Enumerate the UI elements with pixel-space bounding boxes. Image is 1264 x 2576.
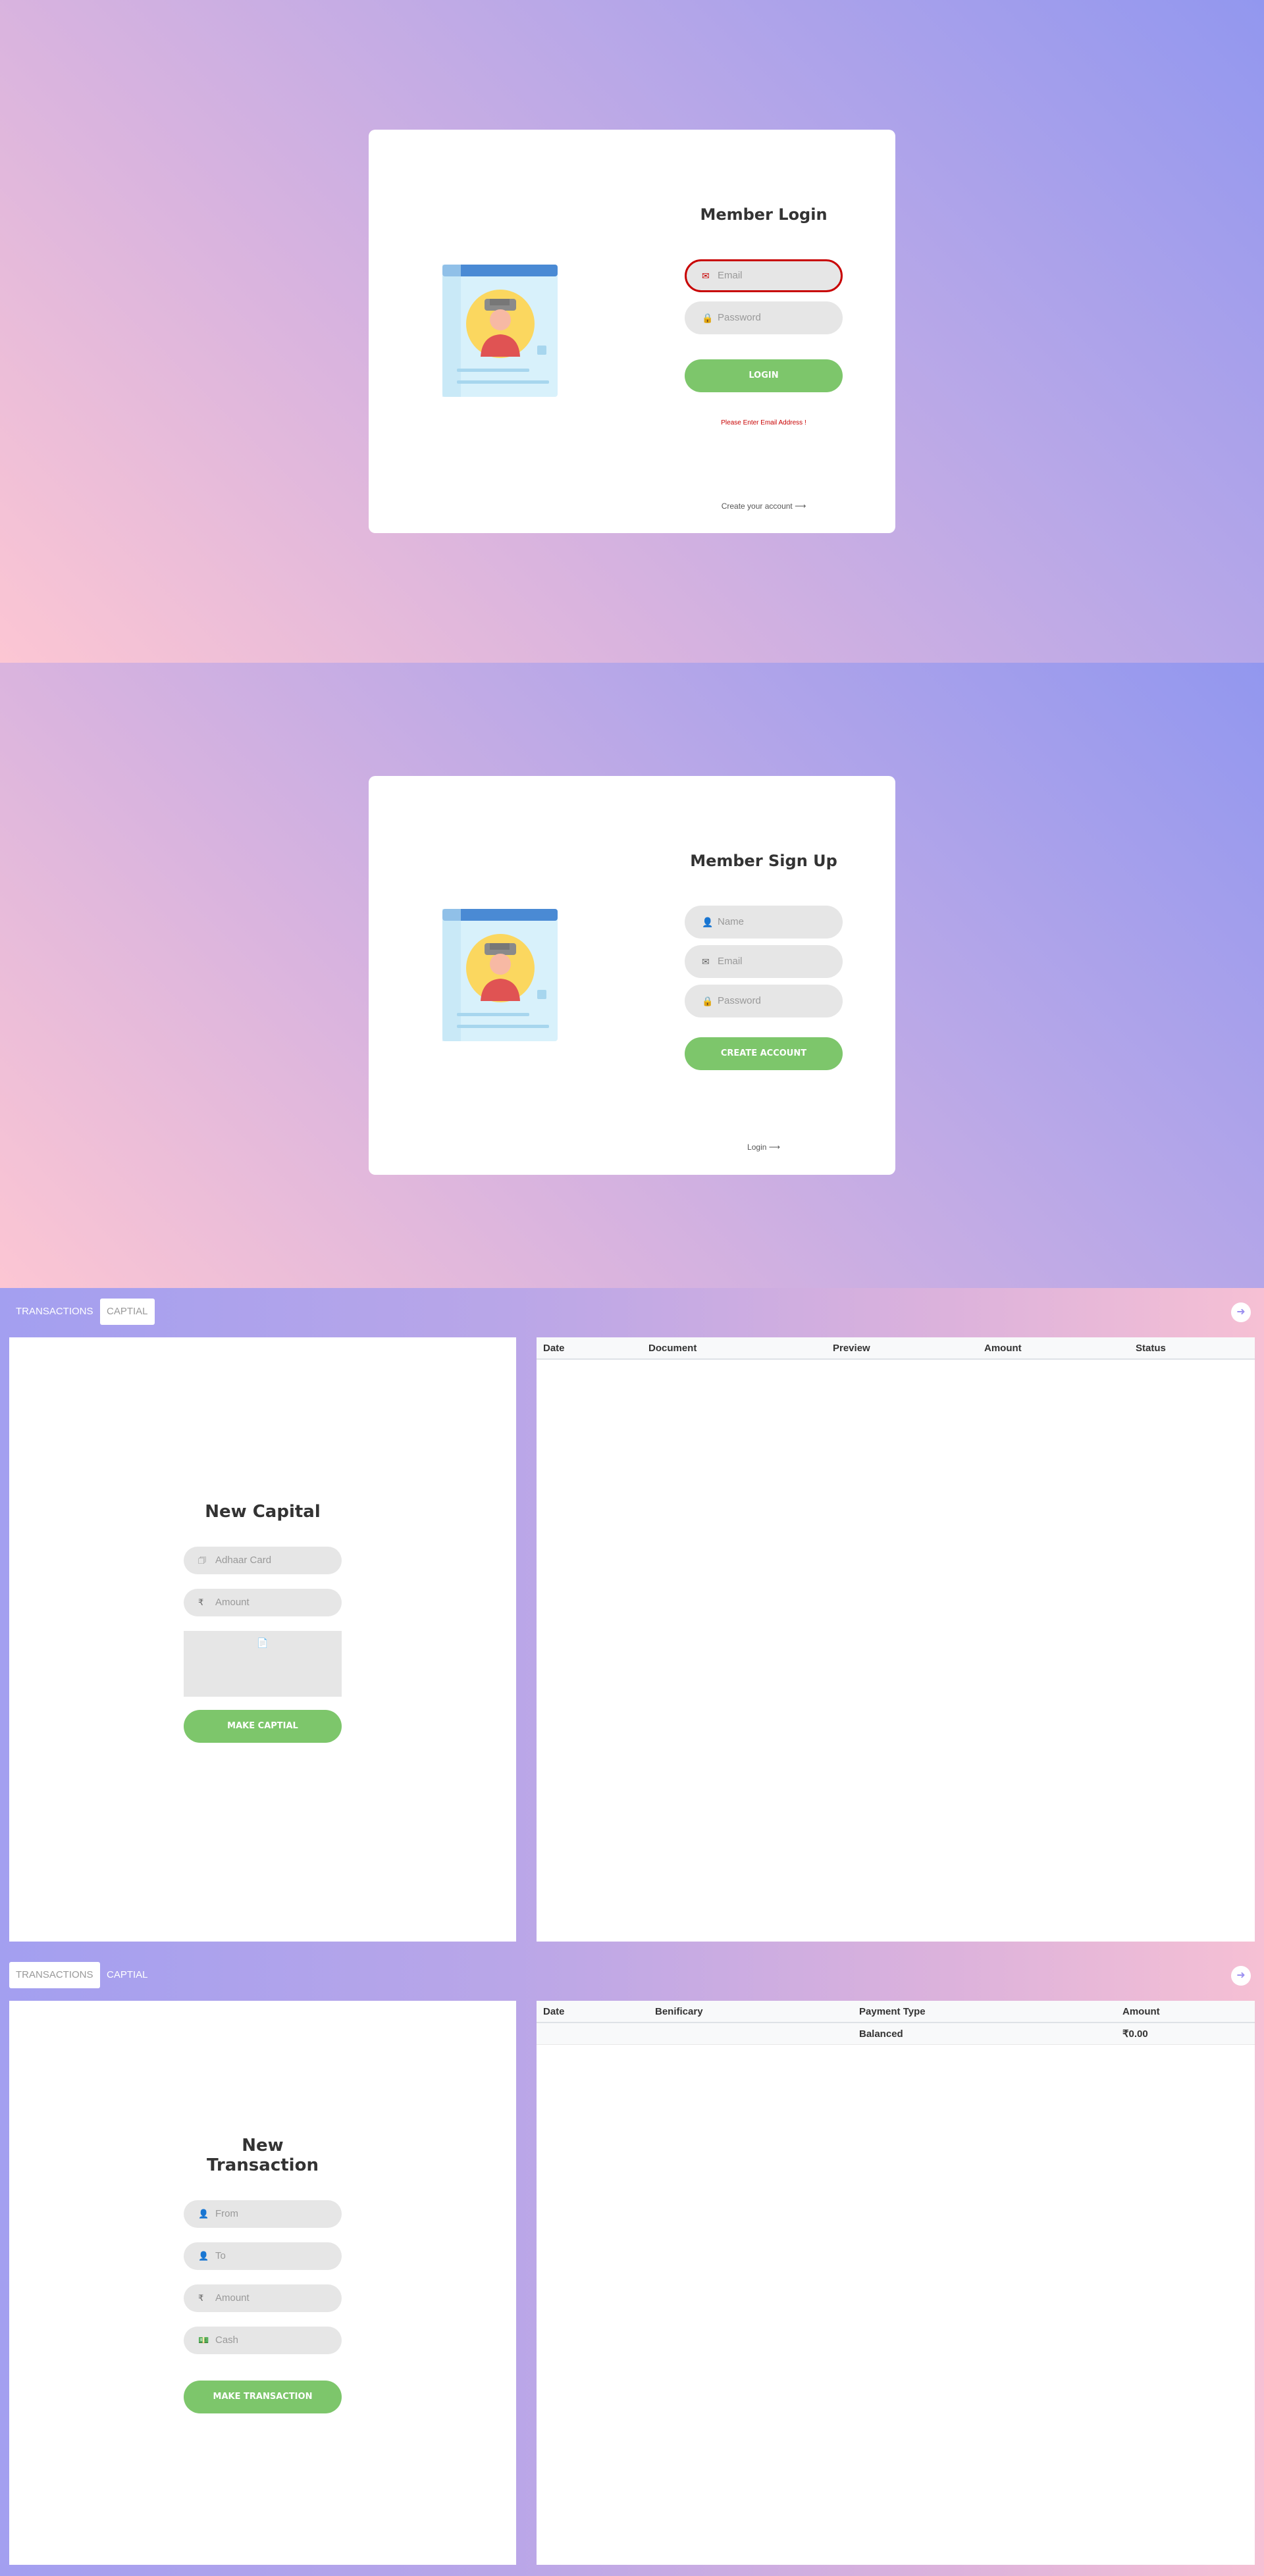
user-icon: 👤 [198,2251,209,2261]
from-field[interactable]: 👤 From [184,2200,342,2228]
column-header: Amount [978,1337,1129,1360]
email-placeholder: Email [718,956,743,967]
column-header: Document [642,1337,826,1360]
tab-capital[interactable]: CAPTIAL [100,1299,155,1325]
make-capital-button[interactable]: Make Captial [184,1710,342,1743]
payment-type-select[interactable]: 💵 Cash [184,2327,342,2354]
lock-icon: 🔒 [702,996,714,1006]
signup-card: Member Sign Up 👤 Name ✉ Email 🔒 Password… [369,776,895,1175]
logout-icon[interactable]: ➜ [1231,1302,1251,1322]
column-header: Status [1129,1337,1255,1360]
transaction-form-panel: New Transaction 👤 From 👤 To ₹ Amount 💵 C… [9,2001,516,2565]
file-icon: 📄 [257,1637,269,1648]
capital-screen: TRANSACTIONS CAPTIAL ➜ New Capital 🗇 Adh… [0,1288,1264,1951]
amount-field[interactable]: ₹ Amount [184,1589,342,1616]
create-account-link[interactable]: Create your account ⟶ [685,502,843,511]
money-icon: 💵 [198,2335,209,2345]
make-transaction-button[interactable]: Make Transaction [184,2381,342,2413]
to-placeholder: To [215,2250,226,2261]
email-field[interactable]: ✉ Email [685,259,843,292]
cell-date [537,2022,648,2045]
capital-form-panel: New Capital 🗇 Adhaar Card ₹ Amount 📄 Mak… [9,1337,516,1942]
login-button[interactable]: Login [685,359,843,392]
adhaar-placeholder: Adhaar Card [215,1555,272,1566]
cell-beneficiary [648,2022,853,2045]
column-header: Amount [1116,2001,1255,2023]
tab-bar: TRANSACTIONS CAPTIAL ➜ [0,1951,1264,2000]
user-icon: 👤 [702,917,714,927]
password-field[interactable]: 🔒 Password [685,985,843,1018]
email-placeholder: Email [718,270,743,281]
login-form: Member Login ✉ Email 🔒 Password Login [685,205,843,392]
login-link[interactable]: Login ⟶ [685,1143,843,1152]
signup-form: Member Sign Up 👤 Name ✉ Email 🔒 Password… [685,852,843,1070]
login-card: Member Login ✉ Email 🔒 Password Login Pl… [369,130,895,533]
password-placeholder: Password [718,312,761,323]
email-field[interactable]: ✉ Email [685,945,843,978]
id-card-illustration [442,265,558,397]
id-card-illustration [442,909,558,1041]
login-screen: Member Login ✉ Email 🔒 Password Login Pl… [0,0,1264,663]
login-title: Member Login [700,205,828,224]
password-field[interactable]: 🔒 Password [685,301,843,334]
lock-icon: 🔒 [702,313,714,323]
transaction-form: New Transaction 👤 From 👤 To ₹ Amount 💵 C… [184,2136,342,2413]
transactions-screen: TRANSACTIONS CAPTIAL ➜ New Transaction 👤… [0,1951,1264,2576]
column-header: Date [537,1337,642,1360]
rupee-icon: ₹ [198,1597,204,1607]
envelope-icon: ✉ [702,956,710,967]
capital-table-panel: Date Document Preview Amount Status [537,1337,1255,1942]
amount-placeholder: Amount [215,1597,250,1608]
table-row: Balanced ₹0.00 [537,2022,1255,2045]
column-header: Payment Type [853,2001,1116,2023]
signup-title: Member Sign Up [690,852,837,870]
create-account-button[interactable]: Create Account [685,1037,843,1070]
from-placeholder: From [215,2208,238,2219]
cell-payment-type: Balanced [853,2022,1116,2045]
signup-screen: Member Sign Up 👤 Name ✉ Email 🔒 Password… [0,663,1264,1288]
payment-type-value: Cash [215,2334,239,2346]
logout-icon[interactable]: ➜ [1231,1966,1251,1986]
name-placeholder: Name [718,916,745,927]
transaction-table-panel: Date Benificary Payment Type Amount Bala… [537,2001,1255,2565]
cell-amount: ₹0.00 [1116,2022,1255,2045]
envelope-icon: ✉ [702,270,710,281]
to-field[interactable]: 👤 To [184,2242,342,2270]
capital-table: Date Document Preview Amount Status [537,1337,1255,1360]
tab-bar: TRANSACTIONS CAPTIAL ➜ [0,1288,1264,1337]
table-header-row: Date Benificary Payment Type Amount [537,2001,1255,2023]
id-card-icon: 🗇 [198,1555,207,1565]
tab-transactions[interactable]: TRANSACTIONS [9,1962,100,1988]
tab-transactions[interactable]: TRANSACTIONS [9,1299,100,1325]
tab-capital[interactable]: CAPTIAL [100,1962,155,1988]
login-error-message: Please Enter Email Address ! [721,419,806,426]
password-placeholder: Password [718,995,761,1006]
amount-placeholder: Amount [215,2292,250,2304]
transaction-title: New Transaction [207,2136,319,2175]
user-icon: 👤 [198,2209,209,2219]
column-header: Preview [826,1337,978,1360]
column-header: Date [537,2001,648,2023]
table-header-row: Date Document Preview Amount Status [537,1337,1255,1360]
transaction-table: Date Benificary Payment Type Amount Bala… [537,2001,1255,2045]
rupee-icon: ₹ [198,2293,204,2303]
capital-form: New Capital 🗇 Adhaar Card ₹ Amount 📄 Mak… [184,1502,342,1743]
name-field[interactable]: 👤 Name [685,906,843,939]
column-header: Benificary [648,2001,853,2023]
amount-field[interactable]: ₹ Amount [184,2284,342,2312]
capital-title: New Capital [205,1502,321,1522]
adhaar-field[interactable]: 🗇 Adhaar Card [184,1547,342,1574]
document-upload[interactable]: 📄 [184,1631,342,1697]
